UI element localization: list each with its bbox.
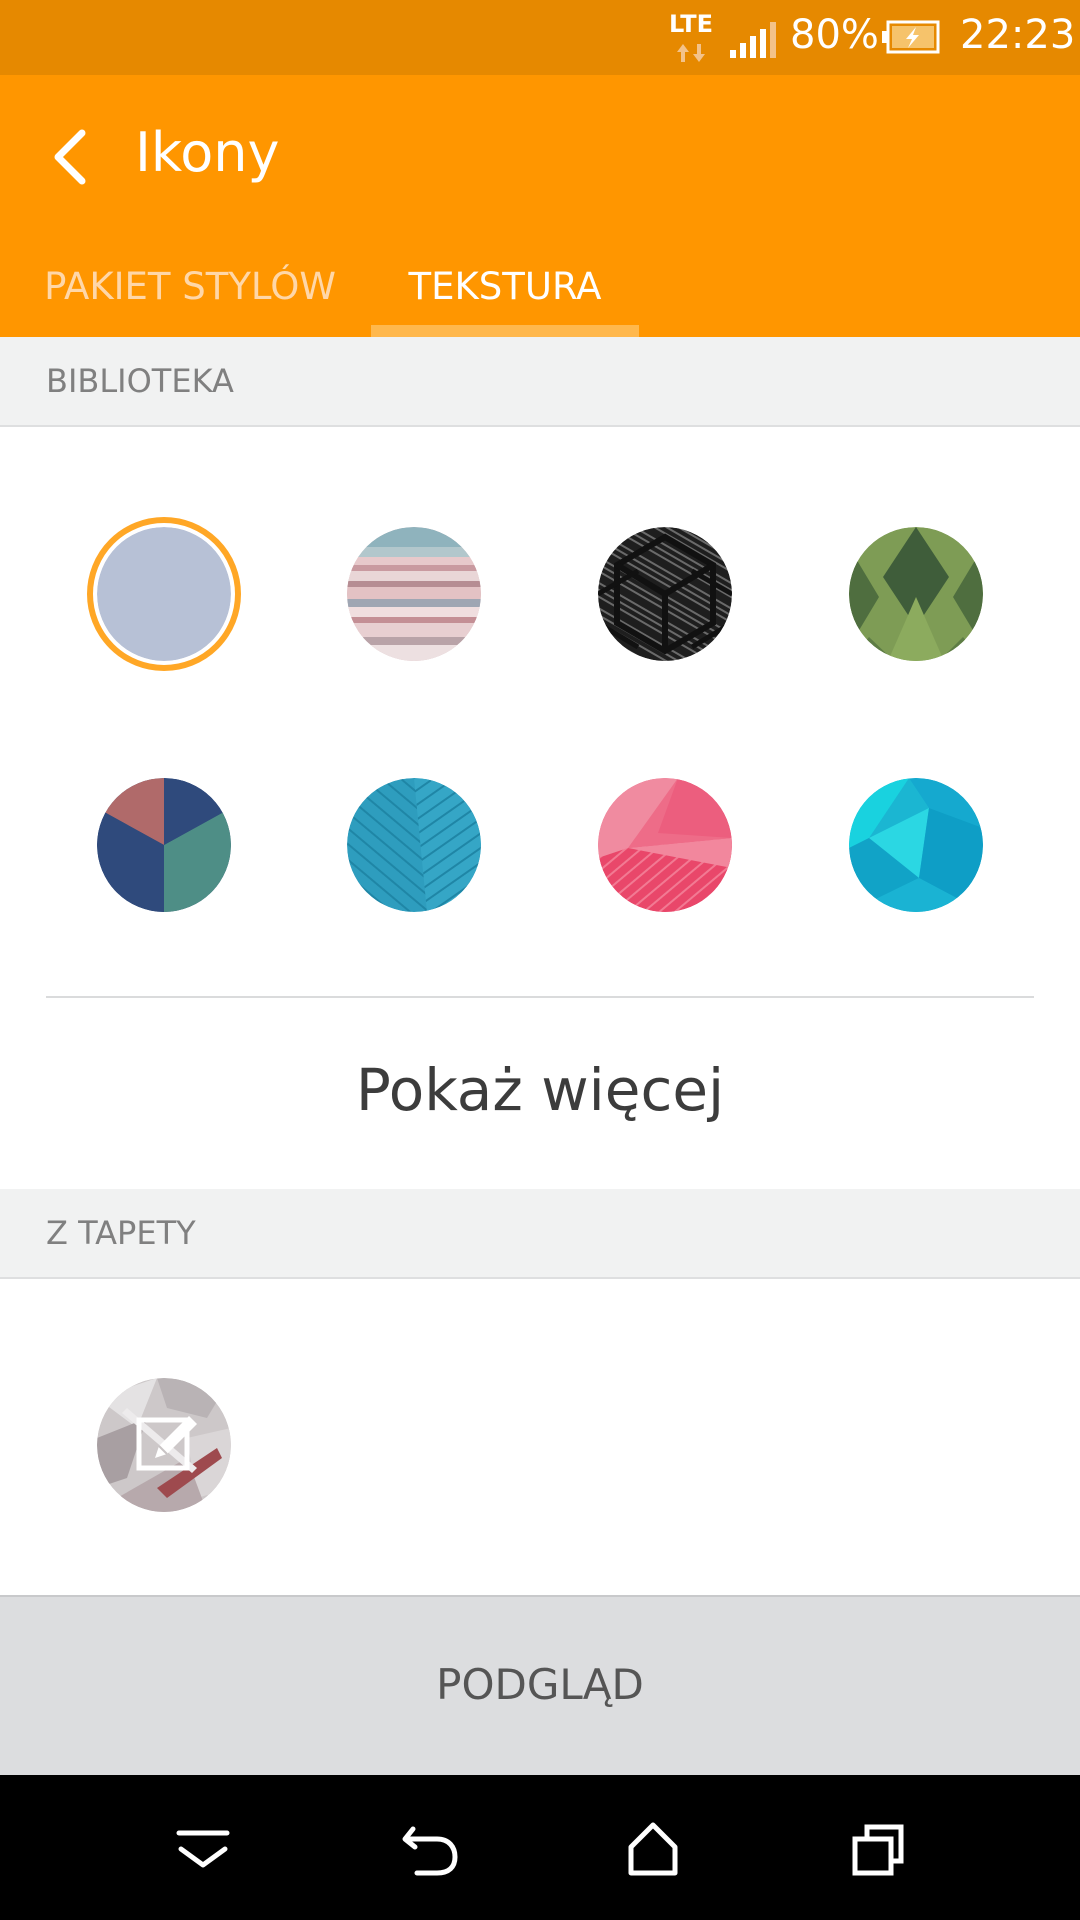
lte-icon: LTE — [668, 10, 714, 66]
recents-icon — [852, 1824, 904, 1876]
texture-swatch-navy-teal-pie[interactable] — [97, 778, 231, 912]
show-more-button[interactable]: Pokaż więcej — [0, 1030, 1080, 1150]
dropdown-icon — [176, 1830, 230, 1868]
texture-swatch-black-geometric[interactable] — [598, 527, 732, 661]
edit-icon — [136, 1416, 197, 1471]
clock: 22:23 — [960, 12, 1076, 58]
home-button[interactable] — [611, 1807, 695, 1891]
home-icon — [628, 1822, 678, 1876]
divider — [46, 996, 1034, 998]
texture-swatch-pastel-stripes[interactable] — [347, 527, 481, 661]
battery-charging-icon — [882, 20, 940, 54]
texture-swatch-teal-lines[interactable] — [347, 778, 481, 912]
section-header-library-label: BIBLIOTEKA — [46, 362, 234, 400]
texture-swatch-pink-facets[interactable] — [598, 778, 732, 912]
tab-indicator — [371, 325, 639, 337]
section-header-wallpaper-label: Z TAPETY — [46, 1214, 196, 1252]
preview-button[interactable]: PODGLĄD — [0, 1595, 1080, 1775]
page-title: Ikony — [135, 121, 280, 184]
texture-swatch-green-diamonds[interactable] — [849, 527, 983, 661]
wallpaper-texture-swatch[interactable] — [97, 1378, 231, 1512]
section-header-library: BIBLIOTEKA — [0, 337, 1080, 427]
dropdown-button[interactable] — [161, 1807, 245, 1891]
status-bar: LTE 80% 22:23 — [0, 0, 1080, 75]
texture-swatch-lavender-plain[interactable] — [97, 527, 231, 661]
back-icon — [402, 1826, 458, 1876]
tab-texture-label: TEKSTURA — [408, 265, 602, 308]
tab-style-pack[interactable]: PAKIET STYLÓW — [0, 258, 370, 337]
battery-percent: 80% — [790, 12, 879, 58]
texture-swatch-cyan-polygons[interactable] — [849, 778, 983, 912]
tab-style-pack-label: PAKIET STYLÓW — [44, 265, 336, 308]
recents-button[interactable] — [835, 1807, 919, 1891]
app-bar: Ikony PAKIET STYLÓW TEKSTURA — [0, 75, 1080, 337]
back-nav-button[interactable] — [387, 1807, 471, 1891]
signal-icon — [730, 22, 776, 58]
section-header-wallpaper: Z TAPETY — [0, 1189, 1080, 1279]
chevron-left-icon — [54, 129, 86, 185]
back-button[interactable] — [30, 115, 110, 195]
navigation-bar — [0, 1775, 1080, 1920]
